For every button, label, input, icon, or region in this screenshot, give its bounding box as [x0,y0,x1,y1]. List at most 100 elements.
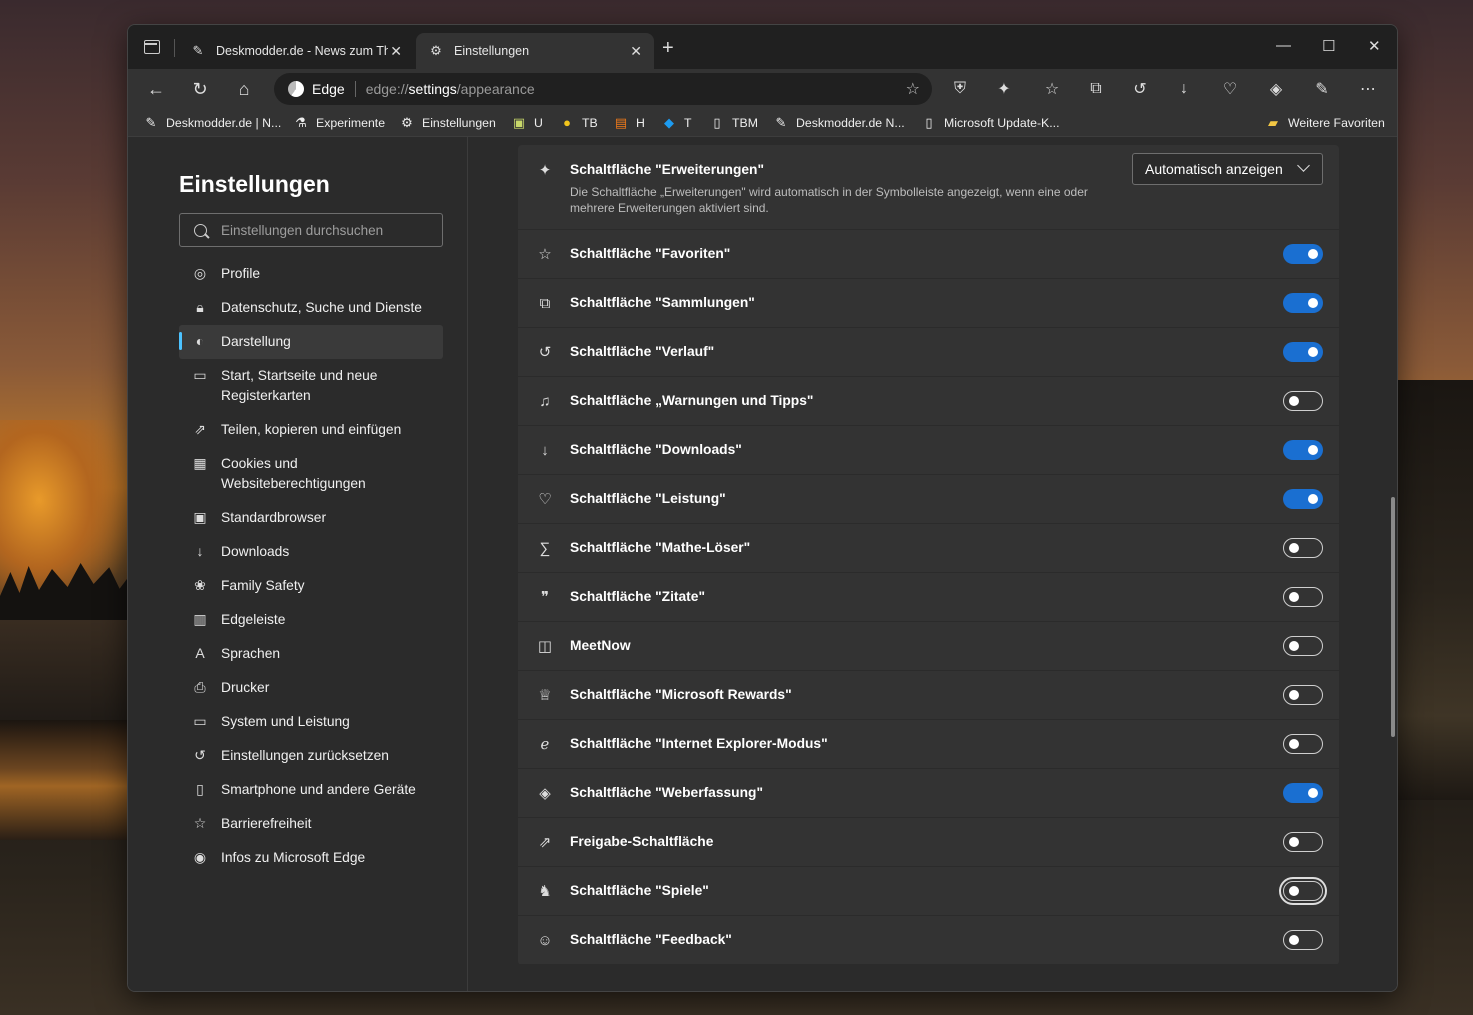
sidebar-item-share[interactable]: ⇗ Teilen, kopieren und einfügen [179,413,443,447]
sidebar-item-edgebar[interactable]: ▥ Edgeleiste [179,603,443,637]
add-favorite-icon[interactable]: ☆ [906,79,920,99]
favorite-item[interactable]: ▯ Microsoft Update-K... [922,115,1059,131]
gear-icon: ⚙ [430,43,442,58]
favorites-icon[interactable]: ☆ [1042,79,1062,99]
browser-icon: ▣ [193,509,207,525]
toolbar-buttons-card: ✦ Schaltfläche "Erweiterungen" Die Schal… [518,145,1339,965]
sidebar-item-reset[interactable]: ↺ Einstellungen zurücksetzen [179,739,443,773]
toggle-switch[interactable] [1283,489,1323,509]
setting-label: MeetNow [570,638,631,653]
capture-icon[interactable]: ◈ [1266,79,1286,99]
toggle-switch[interactable] [1283,440,1323,460]
close-icon[interactable]: ✕ [630,43,642,60]
sidebar-item-system[interactable]: ▭ System und Leistung [179,705,443,739]
search-input[interactable]: Einstellungen durchsuchen [179,213,443,247]
toggle-switch[interactable] [1279,877,1327,905]
scrollbar[interactable] [1391,497,1395,737]
close-window-button[interactable]: ✕ [1368,37,1381,55]
home-button[interactable]: ⌂ [232,77,256,101]
wallpaper-forest [1397,380,1473,800]
sidebar-item-printers[interactable]: ⎙ Drucker [179,671,443,705]
heartbeat-icon: ♡ [538,491,552,508]
setting-row: ◫ MeetNow [518,622,1339,671]
setting-row: ⧉ Schaltfläche "Sammlungen" [518,279,1339,328]
toggle-switch[interactable] [1283,636,1323,656]
sidebar-item-family[interactable]: ❀ Family Safety [179,569,443,603]
sidebar-item-privacy[interactable]: 🔒︎ Datenschutz, Suche und Dienste [179,291,443,325]
search-placeholder: Einstellungen durchsuchen [221,222,384,238]
toggle-switch[interactable] [1283,685,1323,705]
capture-icon: ◈ [539,785,551,802]
toggle-switch[interactable] [1283,783,1323,803]
settings-page: Einstellungen Einstellungen durchsuchen … [128,137,1397,991]
toggle-switch[interactable] [1283,538,1323,558]
heartbeat-icon[interactable]: ♡ [1220,79,1240,99]
tab-deskmodder[interactable]: ✎ Deskmodder.de - News zum The ✕ [178,33,414,69]
sidebar-item-appearance[interactable]: ◐ Darstellung [179,325,443,359]
toggle-switch[interactable] [1283,587,1323,607]
tab-actions-icon[interactable] [144,40,160,54]
favorite-item[interactable]: ✎ Deskmodder.de | N... [144,115,282,131]
sidebar-item-accessibility[interactable]: ☆ Barrierefreiheit [179,807,443,841]
maximize-button[interactable]: ☐ [1322,37,1335,55]
setting-label: Schaltfläche "Favoriten" [570,246,731,261]
sidebar-item-profile[interactable]: ◎ Profile [179,257,443,291]
more-icon[interactable]: ⋯ [1358,79,1378,99]
sidebar-item-start[interactable]: ▭ Start, Startseite und neue Registerkart… [179,359,443,413]
extensions-icon[interactable]: ✦ [994,79,1014,99]
back-button[interactable]: ← [144,77,168,101]
edge-icon [288,81,304,97]
favorite-item[interactable]: ▯ TBM [710,115,758,131]
favorite-item[interactable]: ▣ U [512,115,543,131]
minimize-button[interactable]: — [1276,37,1291,54]
stack-icon: ▤ [614,115,628,130]
sidebar-item-languages[interactable]: A Sprachen [179,637,443,671]
favorite-item[interactable]: ● TB [560,115,598,130]
address-bar[interactable]: Edge edge://settings/appearance ☆ [274,73,932,105]
collections-icon[interactable]: ⧉ [1086,79,1106,99]
ublock-icon[interactable]: ⛨ [950,79,970,99]
favorite-item[interactable]: ✎ Deskmodder.de N... [774,115,905,131]
setting-row: ⇗ Freigabe-Schaltfläche [518,818,1339,867]
toggle-switch[interactable] [1283,734,1323,754]
favorite-item[interactable]: ⚙ Einstellungen [400,115,496,131]
toggle-switch[interactable] [1283,391,1323,411]
toggle-switch[interactable] [1283,342,1323,362]
favorite-item[interactable]: ◆ T [662,115,692,131]
history-icon[interactable]: ↺ [1130,79,1150,99]
download-icon[interactable]: ↓ [1174,79,1194,99]
toggle-switch[interactable] [1283,244,1323,264]
tab-einstellungen[interactable]: ⚙ Einstellungen ✕ [416,33,654,69]
settings-sidebar: Einstellungen Einstellungen durchsuchen … [128,137,468,991]
toggle-switch[interactable] [1283,293,1323,313]
pen-icon: ✎ [192,43,204,58]
toggle-switch[interactable] [1283,930,1323,950]
sidebar-item-default-browser[interactable]: ▣ Standardbrowser [179,501,443,535]
sidebar-item-phone[interactable]: ▯ Smartphone und andere Geräte [179,773,443,807]
sidebar-item-about[interactable]: ◉ Infos zu Microsoft Edge [179,841,443,875]
setting-label: Schaltfläche "Leistung" [570,491,726,506]
extensions-visibility-dropdown[interactable]: Automatisch anzeigen [1132,153,1323,185]
setting-row: ☆ Schaltfläche "Favoriten" [518,230,1339,279]
setting-row: ∑ Schaltfläche "Mathe-Löser" [518,524,1339,573]
refresh-button[interactable]: ↻ [188,77,212,101]
address-url[interactable]: edge://settings/appearance [366,81,535,97]
coin-icon: ● [563,115,571,130]
other-favorites[interactable]: ▰ Weitere Favoriten [1266,115,1385,131]
page-icon: ▯ [925,115,933,130]
new-tab-button[interactable]: + [662,37,674,60]
close-icon[interactable]: ✕ [390,43,402,60]
sidebar-item-cookies[interactable]: ▦ Cookies und Websiteberechtigungen [179,447,443,501]
favorite-item[interactable]: ⚗ Experimente [294,115,385,131]
feedback-icon: ☺ [537,931,553,949]
cookie-icon: ▦ [193,455,207,471]
toggle-switch[interactable] [1283,832,1323,852]
sidebar-item-downloads[interactable]: ↓ Downloads [179,535,443,569]
twitter-icon: ◆ [664,115,674,130]
pen-icon[interactable]: ✎ [1312,79,1332,99]
badge-icon: ▣ [512,115,526,130]
chevron-down-icon [1297,159,1310,172]
math-icon: ∑ [539,539,551,557]
favorite-item[interactable]: ▤ H [614,115,645,131]
setting-label: Schaltfläche "Feedback" [570,932,732,947]
